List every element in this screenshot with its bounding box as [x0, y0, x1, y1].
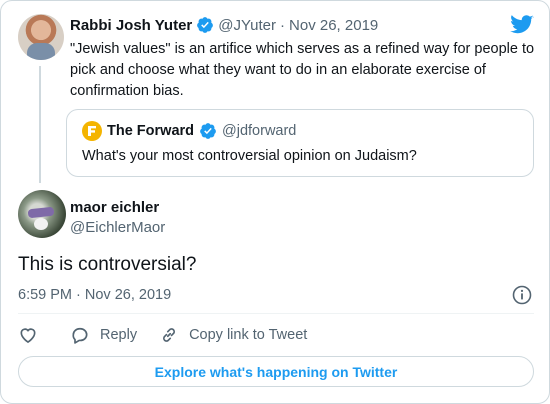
heart-icon: [20, 328, 36, 344]
header-separator: ·: [280, 16, 286, 34]
parent-tweet-header: Rabbi Josh Yuter @JYuter · Nov 26, 2019: [70, 16, 378, 34]
twitter-bird-icon[interactable]: [510, 15, 534, 35]
parent-author-name[interactable]: Rabbi Josh Yuter: [70, 17, 192, 34]
quoted-author-name[interactable]: The Forward: [107, 123, 194, 139]
tweet-actions-bar: Reply Copy link to Tweet: [18, 325, 329, 345]
reply-author-handle[interactable]: @EichlerMaor: [70, 219, 165, 236]
reply-author-avatar[interactable]: [18, 190, 66, 238]
thread-connector-line: [39, 66, 41, 183]
parent-tweet-text: "Jewish values" is an artifice which ser…: [70, 41, 535, 99]
parent-author-avatar[interactable]: [18, 14, 64, 60]
reply-bubble-icon: [72, 327, 88, 344]
quoted-author-handle[interactable]: @jdforward: [222, 123, 296, 139]
quoted-tweet-header: The Forward @jdforward: [82, 121, 296, 141]
forward-logo-avatar: [82, 121, 102, 141]
reply-label: Reply: [100, 327, 138, 343]
quoted-tweet-text: What's your most controversial opinion o…: [82, 148, 417, 164]
copy-link-label: Copy link to Tweet: [189, 327, 308, 343]
verified-badge-icon: [200, 123, 216, 139]
copy-link-button[interactable]: Copy link to Tweet: [159, 325, 307, 345]
info-icon[interactable]: [512, 285, 532, 305]
explore-twitter-button[interactable]: Explore what's happening on Twitter: [18, 356, 534, 387]
parent-tweet-date[interactable]: Nov 26, 2019: [289, 17, 378, 34]
reply-timestamp[interactable]: 6:59 PM · Nov 26, 2019: [18, 287, 171, 303]
quoted-tweet[interactable]: The Forward @jdforward What's your most …: [66, 109, 534, 177]
verified-badge-icon: [197, 17, 214, 33]
action-divider: [18, 313, 534, 314]
parent-author-handle[interactable]: @JYuter: [218, 17, 276, 34]
link-icon: [163, 328, 176, 342]
reply-author-name[interactable]: maor eichler: [70, 199, 159, 216]
reply-tweet-text: This is controversial?: [18, 254, 197, 275]
like-button[interactable]: [18, 325, 48, 345]
tweet-embed-card: Rabbi Josh Yuter @JYuter · Nov 26, 2019 …: [0, 0, 550, 404]
reply-button[interactable]: Reply: [70, 325, 137, 345]
